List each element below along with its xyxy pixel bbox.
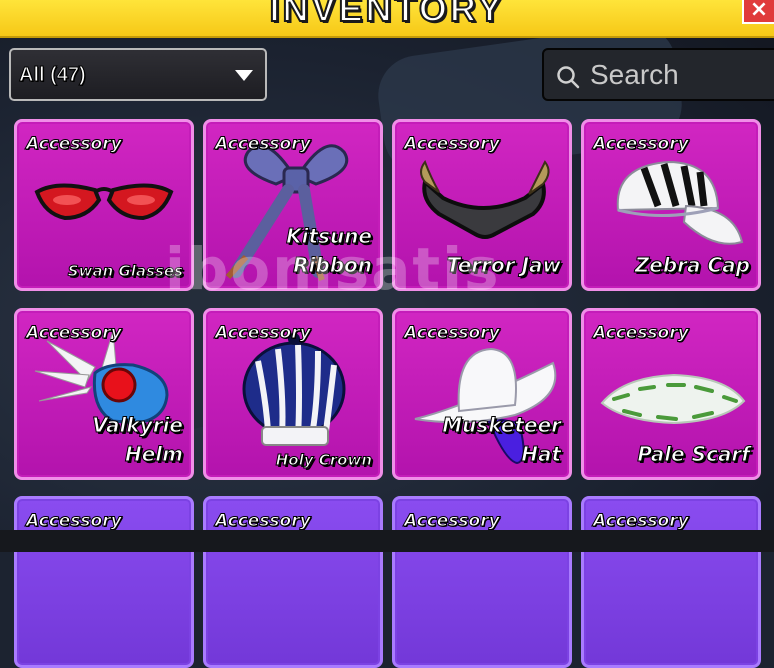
item-card[interactable]: Accessory [203,496,383,668]
item-category: Accessory [593,511,690,532]
bottom-bar [0,530,774,552]
item-card[interactable]: Accessory [392,496,572,668]
page-title: INVENTORY [268,0,505,30]
filter-selected-value: All (47) [19,64,87,87]
item-category: Accessory [215,511,312,532]
item-category: Accessory [26,134,123,155]
item-category: Accessory [26,511,123,532]
item-category: Accessory [593,134,690,155]
close-button[interactable]: × [742,0,774,24]
item-category: Accessory [215,323,312,344]
item-name: Valkyrie Helm [92,413,184,467]
item-card-pale-scarf[interactable]: Accessory Pale Scarf [581,308,761,480]
item-card-valkyrie-helm[interactable]: Accessory Valkyrie Helm [14,308,194,480]
item-category: Accessory [593,323,690,344]
watermark: ibomsatis [165,235,501,303]
item-name: Pale Scarf [637,442,751,467]
item-card[interactable]: Accessory [14,496,194,668]
item-category: Accessory [404,323,501,344]
item-card-holy-crown[interactable]: Accessory Holy Crown [203,308,383,480]
item-category: Accessory [215,134,312,155]
item-category: Accessory [26,323,123,344]
item-name: Zebra Cap [634,253,750,278]
search-icon [557,66,580,89]
item-category: Accessory [404,511,501,532]
item-name: Holy Crown [275,451,372,470]
caret-down-icon [235,70,253,81]
item-category: Accessory [404,134,501,155]
item-name: Musketeer Hat [442,413,562,467]
item-card-musketeer-hat[interactable]: Accessory Musketeer Hat [392,308,572,480]
inventory-header: INVENTORY × [0,0,774,38]
search-input[interactable] [590,58,770,92]
item-card-zebra-cap[interactable]: Accessory Zebra Cap [581,119,761,291]
filter-dropdown[interactable]: All (47) [9,48,267,101]
search-box[interactable] [542,48,774,101]
item-card[interactable]: Accessory [581,496,761,668]
